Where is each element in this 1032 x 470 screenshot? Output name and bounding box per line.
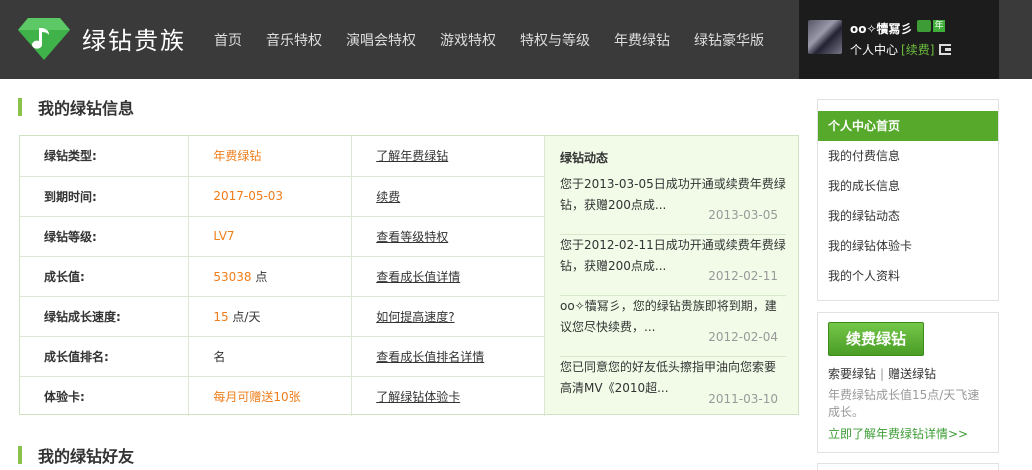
news-item[interactable]: 您于2012-02-11日成功开通或续费年费绿钻，获赠200点成... 2012… (560, 235, 786, 296)
sidebar-item-payment[interactable]: 我的付费信息 (818, 141, 998, 171)
sidebar-item-trial-card[interactable]: 我的绿钻体验卡 (818, 231, 998, 261)
table-row: 成长值: 53038 点 查看成长值详情 (20, 256, 545, 297)
renew-button[interactable]: 续费绿钻 (828, 322, 924, 356)
sidebar-item-center-home[interactable]: 个人中心首页 (818, 111, 998, 141)
row-value: 2017-05-03 (188, 176, 353, 217)
annual-badge: 年 (933, 20, 945, 32)
row-action: 了解年费绿钻 (351, 136, 545, 177)
news-item[interactable]: oo✧犢冩彡，您的绿钻贵族即将到期，建议您尽快续费，... 2012-02-04 (560, 296, 786, 357)
sidebar-item-growth[interactable]: 我的成长信息 (818, 171, 998, 201)
renew-description: 年费绿钻成长值15点/天飞速成长。 (828, 388, 980, 419)
growth-detail-link[interactable]: 查看成长值详情 (376, 270, 460, 284)
diamond-logo-icon (18, 18, 70, 60)
row-action: 续费 (351, 176, 545, 217)
news-panel: 绿钻动态 您于2013-03-05日成功开通或续费年费绿钻，获赠200点成...… (545, 136, 798, 414)
trial-card-link[interactable]: 了解绿钻体验卡 (376, 390, 460, 404)
row-action: 查看成长值详情 (351, 256, 545, 297)
info-section-title: 我的绿钻信息 (38, 99, 135, 118)
sidebar-next-panel (817, 463, 999, 470)
table-row: 绿钻类型: 年费绿钻 了解年费绿钻 (20, 136, 545, 177)
gift-diamond-link[interactable]: 赠送绿钻 (888, 367, 936, 381)
user-panel: oo✧犢冩彡 年 个人中心 [续费] (799, 0, 999, 79)
nav-annual-green[interactable]: 年费绿钻 (614, 30, 670, 50)
section-marker (18, 446, 22, 464)
renew-link[interactable]: 续费 (376, 190, 400, 204)
row-label: 成长值排名: (20, 336, 190, 377)
table-row: 成长值排名: 名 查看成长值排名详情 (20, 336, 545, 377)
row-value: 每月可赠送10张 (188, 376, 353, 416)
renew-panel: 续费绿钻 索要绿钻 | 赠送绿钻 年费绿钻成长值15点/天飞速成长。 立即了解年费绿… (817, 312, 999, 453)
row-value: 53038 点 (188, 256, 353, 297)
info-section-header: 我的绿钻信息 (18, 98, 135, 118)
row-value: LV7 (188, 216, 353, 257)
table-row: 体验卡: 每月可赠送10张 了解绿钻体验卡 (20, 376, 545, 416)
sidebar-item-news[interactable]: 我的绿钻动态 (818, 201, 998, 231)
info-table: 绿钻类型: 年费绿钻 了解年费绿钻 到期时间: 2017-05-03 续费 绿钻… (20, 136, 545, 416)
annual-detail-link[interactable]: 立即了解年费绿钻详情>> (828, 425, 968, 442)
level-privilege-link[interactable]: 查看等级特权 (376, 230, 448, 244)
row-label: 成长值: (20, 256, 190, 297)
nav-game-privilege[interactable]: 游戏特权 (440, 30, 496, 50)
row-value: 名 (188, 336, 353, 377)
row-value: 年费绿钻 (188, 136, 353, 177)
table-row: 绿钻等级: LV7 查看等级特权 (20, 216, 545, 257)
row-label: 绿钻成长速度: (20, 296, 190, 337)
link-separator: | (880, 367, 885, 381)
news-item[interactable]: 您已同意您的好友低头擦指甲油向您索要高清MV《2010超... 2011-03-… (560, 357, 786, 418)
row-action: 了解绿钻体验卡 (351, 376, 545, 416)
brand-logo[interactable]: 绿钻贵族 (18, 14, 186, 62)
sidebar-menu: 个人中心首页 我的付费信息 我的成长信息 我的绿钻动态 我的绿钻体验卡 我的个人… (817, 99, 999, 301)
user-name[interactable]: oo✧犢冩彡 (850, 20, 913, 37)
row-label: 到期时间: (20, 176, 190, 217)
row-label: 绿钻等级: (20, 216, 190, 257)
speed-up-link[interactable]: 如何提高速度? (376, 310, 454, 324)
row-action: 查看等级特权 (351, 216, 545, 257)
news-date: 2013-03-05 (704, 205, 778, 226)
learn-annual-link[interactable]: 了解年费绿钻 (376, 149, 448, 163)
news-title: 绿钻动态 (560, 151, 609, 165)
news-date: 2012-02-04 (704, 327, 778, 348)
green-diamond-info-panel: 绿钻类型: 年费绿钻 了解年费绿钻 到期时间: 2017-05-03 续费 绿钻… (19, 135, 799, 416)
sidebar-item-profile[interactable]: 我的个人资料 (818, 261, 998, 291)
news-item[interactable]: 您于2013-03-05日成功开通或续费年费绿钻，获赠200点成... 2013… (560, 174, 786, 235)
user-center-link[interactable]: 个人中心 (850, 41, 898, 58)
top-navigation-bar: 绿钻贵族 首页 音乐特权 演唱会特权 游戏特权 特权与等级 年费绿钻 绿钻豪华版… (0, 0, 1032, 79)
row-label: 绿钻类型: (20, 136, 190, 177)
user-links: 个人中心 [续费] (850, 41, 952, 58)
user-badges: 年 (917, 20, 945, 32)
table-row: 绿钻成长速度: 15 点/天 如何提高速度? (20, 296, 545, 337)
request-diamond-link[interactable]: 索要绿钻 (828, 367, 876, 381)
friends-section-title: 我的绿钻好友 (38, 447, 135, 466)
nav-privilege-level[interactable]: 特权与等级 (520, 30, 590, 50)
news-date: 2012-02-11 (704, 266, 778, 287)
row-label: 体验卡: (20, 376, 190, 416)
table-row: 到期时间: 2017-05-03 续费 (20, 176, 545, 217)
row-action: 如何提高速度? (351, 296, 545, 337)
nav-home[interactable]: 首页 (214, 30, 242, 50)
logout-icon[interactable] (939, 44, 952, 55)
nav-concert-privilege[interactable]: 演唱会特权 (346, 30, 416, 50)
news-date: 2011-03-10 (704, 389, 778, 410)
user-renew-link[interactable]: [续费] (901, 41, 934, 58)
avatar[interactable] (808, 20, 842, 54)
green-diamond-icon (917, 20, 931, 32)
renew-links: 索要绿钻 | 赠送绿钻 (828, 365, 936, 382)
friends-section-header: 我的绿钻好友 (18, 446, 135, 466)
ranking-detail-link[interactable]: 查看成长值排名详情 (376, 350, 484, 364)
brand-name: 绿钻贵族 (82, 26, 186, 55)
row-action: 查看成长值排名详情 (351, 336, 545, 377)
main-nav: 首页 音乐特权 演唱会特权 游戏特权 特权与等级 年费绿钻 绿钻豪华版 (202, 0, 776, 79)
row-value: 15 点/天 (188, 296, 353, 337)
nav-deluxe[interactable]: 绿钻豪华版 (694, 30, 764, 50)
section-marker (18, 98, 22, 116)
nav-music-privilege[interactable]: 音乐特权 (266, 30, 322, 50)
